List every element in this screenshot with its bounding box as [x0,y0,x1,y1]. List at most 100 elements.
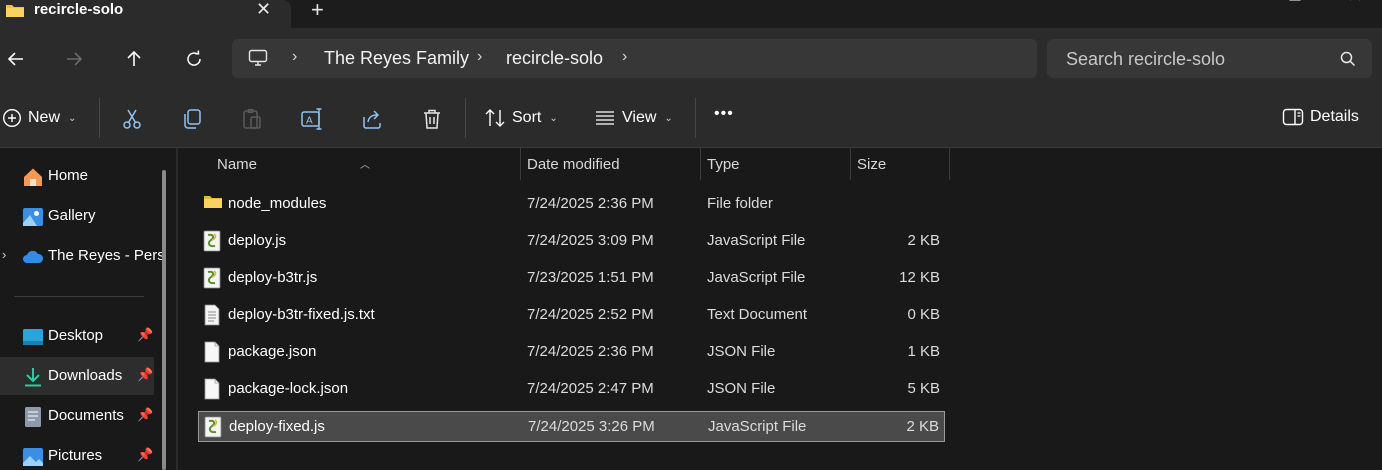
chevron-down-icon: ⌄ [664,112,673,124]
close-window-icon[interactable] [1348,0,1362,13]
copy-icon[interactable] [180,107,204,131]
desktop-icon [22,326,44,348]
pin-icon: 📌 [137,447,154,462]
paste-icon[interactable] [240,107,264,131]
svg-text:A: A [306,116,313,127]
up-button[interactable] [118,43,150,75]
text-file-icon [203,304,223,326]
view-button[interactable]: View ⌄ [594,108,673,128]
file-size: 12 KB [899,269,940,286]
file-name: package.json [228,343,317,360]
file-type: JavaScript File [707,269,806,286]
chevron-down-icon: ⌄ [549,112,558,124]
breadcrumb-the-reyes-family[interactable]: The Reyes Family [324,48,469,69]
column-divider[interactable] [949,148,950,180]
toolbar-divider [465,98,466,138]
file-size: 2 KB [906,418,939,435]
nav-item-onedrive[interactable]: › The Reyes - Pers [0,237,165,275]
nav-item-documents[interactable]: Documents 📌 [0,397,154,435]
file-row[interactable]: deploy.js 7/24/2025 3:09 PM JavaScript Fil… [198,226,945,257]
nav-item-gallery[interactable]: Gallery [0,197,154,235]
address-row: › The Reyes Family › recircle-solo › Sea… [0,28,1382,90]
file-size: 2 KB [907,232,940,249]
file-type: File folder [707,195,773,212]
sort-label: Sort [512,109,542,126]
refresh-button[interactable] [178,43,210,75]
breadcrumb-chevron-icon[interactable]: › [477,48,482,66]
search-box[interactable]: Search recircle-solo [1047,39,1372,78]
file-row[interactable]: deploy-b3tr.js 7/23/2025 1:51 PM JavaScrip… [198,263,945,294]
file-type: JavaScript File [707,232,806,249]
delete-icon[interactable] [420,107,444,131]
file-name: package-lock.json [228,380,349,397]
breadcrumb-recircle-solo[interactable]: recircle-solo [506,48,603,69]
sort-icon [485,109,505,127]
rename-icon[interactable]: A [300,107,324,131]
breadcrumb-chevron-icon[interactable]: › [292,48,297,66]
column-header-type[interactable]: Type [700,148,850,180]
chevron-down-icon: ⌄ [68,112,77,124]
file-name: deploy-b3tr.js [228,269,318,286]
folder-icon [5,2,25,22]
more-options-button[interactable]: ••• [714,105,734,123]
sort-button[interactable]: Sort ⌄ [484,108,558,128]
command-bar: New ⌄ A Sort ⌄ View ⌄ ••• Details [0,90,1382,148]
file-date-modified: 7/24/2025 2:47 PM [527,380,654,397]
refresh-icon [187,50,201,66]
search-icon [1340,51,1356,71]
file-name: deploy-b3tr-fixed.js.txt [228,306,375,323]
downloads-icon [22,366,44,388]
details-pane-icon [1282,108,1304,126]
maximize-icon[interactable] [1288,0,1302,13]
file-row[interactable]: package-lock.json 7/24/2025 2:47 PM JSON F… [198,374,945,405]
file-size: 5 KB [907,380,940,397]
new-button[interactable]: New ⌄ [2,108,76,128]
js-file-icon [203,230,223,252]
title-bar: recircle-solo ✕ + [0,0,1382,28]
file-type: JavaScript File [708,418,807,435]
file-row[interactable]: deploy-b3tr-fixed.js.txt 7/24/2025 2:52 P… [198,300,945,331]
js-file-icon [203,267,223,289]
file-size: 1 KB [907,343,940,360]
nav-item-home[interactable]: Home [0,157,154,195]
share-icon[interactable] [360,107,384,131]
new-tab-button[interactable]: + [311,0,324,23]
details-button[interactable]: Details [1282,108,1359,126]
file-row[interactable]: node_modules 7/24/2025 2:36 PM File folder [198,189,945,220]
search-input[interactable]: Search recircle-solo [1066,49,1225,70]
tab-recircle-solo[interactable]: recircle-solo ✕ [0,0,291,28]
documents-icon [22,406,44,428]
tab-title: recircle-solo [34,1,124,18]
pin-icon: 📌 [137,327,154,342]
column-header-size[interactable]: Size [850,148,949,180]
nav-item-desktop[interactable]: Desktop 📌 [0,317,154,355]
file-date-modified: 7/24/2025 3:26 PM [528,418,655,435]
chevron-right-icon[interactable]: › [2,247,6,262]
view-label: View [622,109,657,126]
pin-icon: 📌 [137,367,154,382]
forward-button[interactable] [58,43,90,75]
address-bar[interactable]: › The Reyes Family › recircle-solo › [232,39,1037,78]
breadcrumb-chevron-icon[interactable]: › [622,48,627,66]
nav-scrollbar[interactable] [162,170,166,470]
js-file-icon [204,416,224,438]
file-row[interactable]: deploy-fixed.js 7/24/2025 3:26 PM JavaScri… [198,411,945,442]
cut-icon[interactable] [120,107,144,131]
file-row[interactable]: package.json 7/24/2025 2:36 PM JSON File 1 … [198,337,945,368]
column-header-date-modified[interactable]: Date modified [520,148,700,180]
close-tab-icon[interactable]: ✕ [256,0,271,20]
details-label: Details [1310,108,1359,125]
this-pc-icon[interactable] [248,49,268,71]
file-date-modified: 7/24/2025 3:09 PM [527,232,654,249]
add-circle-icon [2,108,22,128]
view-list-icon [596,111,614,125]
toolbar-divider [695,98,696,138]
file-date-modified: 7/24/2025 2:36 PM [527,195,654,212]
column-header-name[interactable]: Name ︿ [178,148,520,180]
back-button[interactable] [0,43,32,75]
nav-item-pictures[interactable]: Pictures 📌 [0,437,154,470]
file-name: deploy-fixed.js [229,418,325,435]
nav-item-downloads[interactable]: Downloads 📌 [0,357,154,395]
file-size: 0 KB [907,306,940,323]
new-label: New [28,109,61,126]
